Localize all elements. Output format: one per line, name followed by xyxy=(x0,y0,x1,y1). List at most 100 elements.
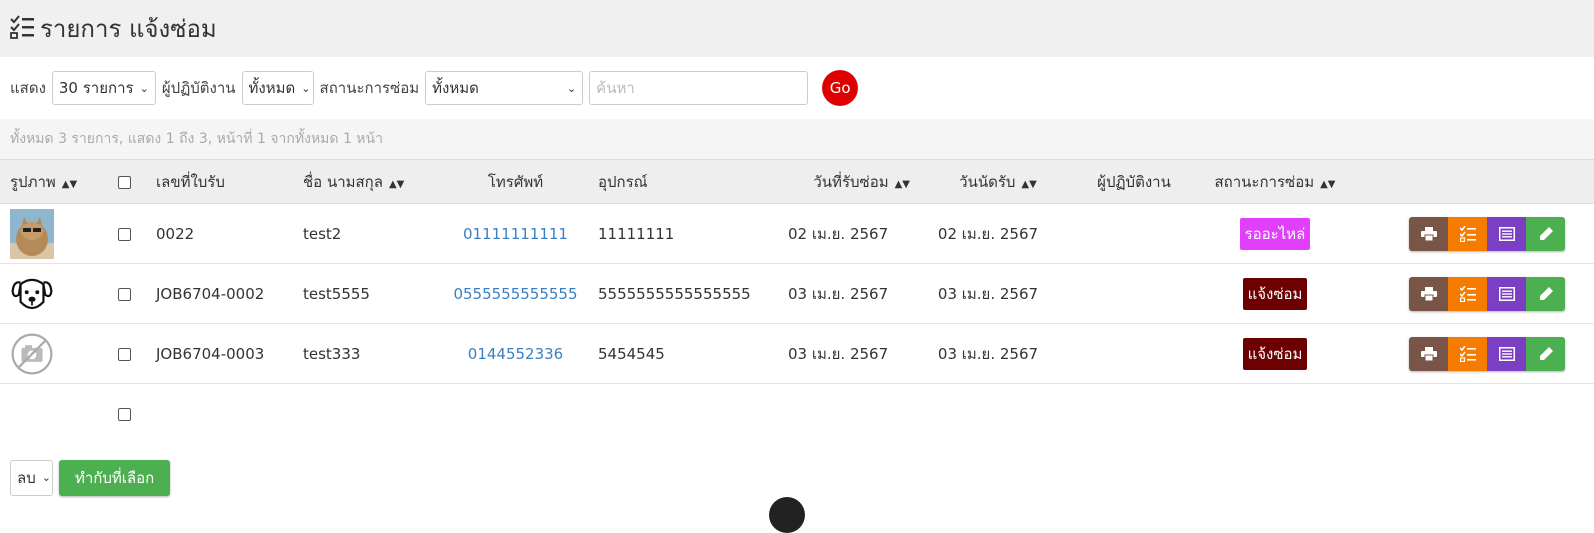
search-input[interactable] xyxy=(589,71,809,105)
status-select[interactable]: ทั้งหมด ⌄ xyxy=(425,71,584,105)
show-count-value: 30 รายการ xyxy=(58,79,134,97)
customer-name: test333 xyxy=(303,323,433,384)
row-image-cell xyxy=(0,263,118,324)
receipt-no: JOB6704-0003 xyxy=(156,323,303,384)
show-count-select[interactable]: 30 รายการ ⌄ xyxy=(51,71,156,105)
chevron-down-icon: ⌄ xyxy=(139,81,149,95)
checklist-button[interactable] xyxy=(1448,336,1487,371)
col-operator: ผู้ปฏิบัติงาน xyxy=(1097,172,1171,191)
operator xyxy=(1068,203,1200,264)
col-image[interactable]: รูปภาพ ▲▼ xyxy=(0,160,118,204)
chevron-down-icon: ⌄ xyxy=(566,81,577,95)
row-checkbox[interactable] xyxy=(118,347,131,361)
page-title: รายการ แจ้งซ่อม xyxy=(40,15,217,43)
pencil-icon xyxy=(1539,346,1553,360)
list-icon xyxy=(1498,286,1515,301)
receipt-no: 0022 xyxy=(156,203,303,264)
col-select-all xyxy=(118,160,156,204)
detail-button[interactable] xyxy=(1487,336,1526,371)
sort-icon: ▲▼ xyxy=(1320,178,1336,190)
status-badge: แจ้งซ่อม xyxy=(1242,337,1308,370)
sort-icon: ▲▼ xyxy=(894,178,910,190)
operator-select[interactable]: ทั้งหมด ⌄ xyxy=(241,71,314,105)
col-status[interactable]: สถานะการซ่อม ▲▼ xyxy=(1200,160,1350,204)
checklist-icon xyxy=(1459,285,1476,302)
row-checkbox[interactable] xyxy=(118,227,131,241)
pencil-icon xyxy=(1539,226,1553,240)
col-actions xyxy=(1350,160,1594,204)
status-badge: แจ้งซ่อม xyxy=(1242,277,1308,310)
select-all-checkbox-bottom[interactable] xyxy=(118,407,131,421)
phone-link[interactable]: 0555555555555 xyxy=(453,285,577,303)
checklist-button[interactable] xyxy=(1448,216,1487,251)
edit-button[interactable] xyxy=(1526,276,1565,311)
appointment-date: 03 เม.ย. 2567 xyxy=(928,323,1068,384)
received-date: 03 เม.ย. 2567 xyxy=(788,263,928,324)
go-button[interactable]: Go xyxy=(822,70,859,106)
edit-button[interactable] xyxy=(1526,216,1565,251)
col-appointment-date[interactable]: วันนัดรับ ▲▼ xyxy=(928,160,1068,204)
operator-value: ทั้งหมด xyxy=(248,79,296,97)
row-actions xyxy=(1409,336,1565,371)
status-value: ทั้งหมด xyxy=(432,79,479,97)
col-received-date[interactable]: วันที่รับซ่อม ▲▼ xyxy=(788,160,928,204)
printer-icon xyxy=(1420,226,1437,241)
device: 11111111 xyxy=(598,203,788,264)
row-actions xyxy=(1409,216,1565,251)
status-label: สถานะการซ่อม xyxy=(319,79,420,97)
operator xyxy=(1068,323,1200,384)
sort-icon: ▲▼ xyxy=(61,178,78,190)
list-icon xyxy=(1498,346,1515,361)
bulk-action-bar: ลบ ⌄ ทำกับที่เลือก xyxy=(0,459,1594,496)
print-button[interactable] xyxy=(1409,276,1448,311)
pencil-icon xyxy=(1539,286,1553,300)
edit-button[interactable] xyxy=(1526,336,1565,371)
checklist-icon xyxy=(1459,225,1476,242)
checklist-icon xyxy=(10,14,36,43)
show-label: แสดง xyxy=(10,79,46,97)
chevron-down-icon: ⌄ xyxy=(301,81,311,95)
table-row: 0022 test2 01111111111 11111111 02 เม.ย.… xyxy=(0,203,1594,264)
customer-name: test5555 xyxy=(303,263,433,324)
row-checkbox[interactable] xyxy=(118,287,131,301)
scroll-top-button[interactable] xyxy=(769,497,805,533)
col-device: อุปกรณ์ xyxy=(598,172,648,191)
detail-button[interactable] xyxy=(1487,216,1526,251)
operator-label: ผู้ปฏิบัติงาน xyxy=(161,79,236,97)
table-row: JOB6704-0002 test5555 0555555555555 5555… xyxy=(0,263,1594,324)
col-receipt: เลขที่ใบรับ xyxy=(156,172,225,191)
bulk-action-select[interactable]: ลบ ⌄ xyxy=(10,459,53,496)
appointment-date: 03 เม.ย. 2567 xyxy=(928,263,1068,324)
result-summary: ทั้งหมด 3 รายการ, แสดง 1 ถึง 3, หน้าที่ … xyxy=(0,119,1594,159)
print-button[interactable] xyxy=(1409,216,1448,251)
checklist-button[interactable] xyxy=(1448,276,1487,311)
filter-bar: แสดง 30 รายการ ⌄ ผู้ปฏิบัติงาน ทั้งหมด ⌄… xyxy=(0,57,1594,119)
list-icon xyxy=(1498,226,1515,241)
detail-button[interactable] xyxy=(1487,276,1526,311)
printer-icon xyxy=(1420,346,1437,361)
footer-select-row xyxy=(0,384,1594,444)
device: 5555555555555555 xyxy=(598,263,788,324)
customer-name: test2 xyxy=(303,203,433,264)
operator xyxy=(1068,263,1200,324)
sort-icon: ▲▼ xyxy=(388,178,405,190)
dog-icon[interactable] xyxy=(10,269,54,319)
phone-link[interactable]: 0144552336 xyxy=(468,345,563,363)
apply-selected-button[interactable]: ทำกับที่เลือก xyxy=(59,459,171,496)
device: 5454545 xyxy=(598,323,788,384)
select-all-checkbox[interactable] xyxy=(118,175,131,189)
row-image-cell xyxy=(0,323,118,384)
page-header: รายการ แจ้งซ่อม xyxy=(0,0,1594,57)
phone-link[interactable]: 01111111111 xyxy=(463,225,568,243)
bulk-action-value: ลบ xyxy=(17,468,36,487)
print-button[interactable] xyxy=(1409,336,1448,371)
row-actions xyxy=(1409,276,1565,311)
cat-photo[interactable] xyxy=(10,208,54,259)
receipt-no: JOB6704-0002 xyxy=(156,263,303,324)
chevron-down-icon: ⌄ xyxy=(41,471,51,484)
no-image-icon[interactable] xyxy=(10,329,54,379)
received-date: 02 เม.ย. 2567 xyxy=(788,203,928,264)
table-row: JOB6704-0003 test333 0144552336 5454545 … xyxy=(0,323,1594,384)
col-name[interactable]: ชื่อ นามสกุล ▲▼ xyxy=(303,160,433,204)
repair-table: รูปภาพ ▲▼ เลขที่ใบรับ ชื่อ นามสกุล ▲▼ โทรศ… xyxy=(0,159,1594,444)
